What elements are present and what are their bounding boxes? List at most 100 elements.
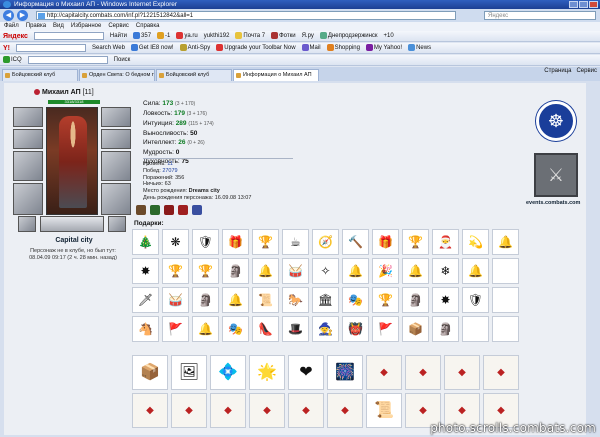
yahoo-search-web-button[interactable]: Search Web (92, 45, 125, 51)
medal-2-icon[interactable] (150, 205, 160, 215)
tools-menu-button[interactable]: Сервис (576, 68, 597, 74)
menu-tools[interactable]: Сервис (108, 22, 129, 31)
toolbar1-item-1[interactable]: 357 (133, 32, 151, 40)
gift-item[interactable]: ❄ (432, 258, 459, 284)
events-banner[interactable]: ⚔ (534, 153, 578, 197)
tab-3[interactable]: Бойцовский клуб (156, 69, 232, 81)
yandex-search-input[interactable] (33, 32, 104, 40)
gift-item[interactable]: 🛡 (462, 287, 489, 313)
toolbar2-item-5[interactable]: Shopping (326, 44, 360, 52)
prize-item[interactable]: 🖼 (171, 355, 207, 390)
tab-active[interactable]: Информация о Михаил АП (233, 69, 319, 81)
toolbar2-item-4[interactable]: Mail (301, 44, 321, 52)
gift-item[interactable]: 🎁 (222, 229, 249, 255)
menu-favorites[interactable]: Избранное (71, 22, 101, 31)
gift-item[interactable]: 🔔 (222, 287, 249, 313)
toolbar2-item-6[interactable]: My Yahoo! (365, 44, 402, 52)
medal-5-icon[interactable] (192, 205, 202, 215)
prize-item[interactable]: 🌟 (249, 355, 285, 390)
gift-item[interactable]: 🔔 (492, 229, 519, 255)
close-button[interactable] (589, 1, 598, 8)
yandex-find-button[interactable]: Найти (110, 33, 127, 39)
ring-slot-2[interactable] (108, 216, 126, 232)
gift-item[interactable] (462, 316, 489, 342)
clan-logo[interactable]: ☸ (536, 101, 576, 141)
gift-item[interactable]: 🎉 (372, 258, 399, 284)
gift-item[interactable]: 🏆 (252, 229, 279, 255)
gift-item[interactable]: 🎭 (342, 287, 369, 313)
boots-slot[interactable] (101, 183, 131, 215)
gift-item[interactable]: 🗡 (132, 287, 159, 313)
gift-item[interactable]: 📦 (402, 316, 429, 342)
gift-item[interactable]: 👠 (252, 316, 279, 342)
gift-item[interactable]: 👹 (342, 316, 369, 342)
search-box[interactable]: Яндекс (484, 11, 596, 20)
bracers-slot[interactable] (13, 129, 43, 149)
toolbar1-item-3[interactable]: ya.ru (176, 32, 198, 40)
toolbar1-item-6[interactable]: Фотки (271, 32, 296, 40)
menu-view[interactable]: Вид (53, 22, 64, 31)
gift-item[interactable]: 🗿 (432, 316, 459, 342)
card-item[interactable] (210, 393, 246, 428)
card-item[interactable] (327, 393, 363, 428)
gift-item[interactable]: ✸ (132, 258, 159, 284)
gift-item[interactable]: 🛡 (192, 229, 219, 255)
gift-item[interactable]: 🔨 (342, 229, 369, 255)
prize-item[interactable]: 🎆 (327, 355, 363, 390)
toolbar1-item-8[interactable]: Днепродзержинск (319, 32, 378, 40)
gift-item[interactable]: 🚩 (372, 316, 399, 342)
gift-item[interactable]: 🔔 (342, 258, 369, 284)
maximize-button[interactable] (579, 1, 588, 8)
gift-item[interactable]: 🏆 (192, 258, 219, 284)
minimize-button[interactable] (569, 1, 578, 8)
page-menu-button[interactable]: Страница (544, 68, 571, 74)
gift-item[interactable]: ❋ (162, 229, 189, 255)
gift-item[interactable]: 🎩 (282, 316, 309, 342)
medal-4-icon[interactable] (178, 205, 188, 215)
card-item[interactable] (444, 355, 480, 390)
belt-slot[interactable] (40, 216, 104, 232)
gift-item[interactable]: ☕ (282, 229, 309, 255)
armor-slot[interactable] (13, 183, 43, 215)
gift-item[interactable]: 🏆 (372, 287, 399, 313)
card-item[interactable] (132, 393, 168, 428)
gift-item[interactable]: 🐴 (132, 316, 159, 342)
gift-item[interactable] (492, 258, 519, 284)
card-item[interactable] (171, 393, 207, 428)
card-item[interactable] (288, 393, 324, 428)
prize-item[interactable]: 💠 (210, 355, 246, 390)
medal-1-icon[interactable] (136, 205, 146, 215)
forward-arrow-icon[interactable]: ▶ (17, 10, 28, 21)
card-item[interactable] (366, 355, 402, 390)
toolbar2-item-2[interactable]: Anti-Spy (179, 44, 210, 52)
gift-item[interactable]: 🏆 (162, 258, 189, 284)
gift-item[interactable]: 🎁 (372, 229, 399, 255)
gift-item[interactable]: 🏛 (312, 287, 339, 313)
ring-slot-1[interactable] (18, 216, 36, 232)
gift-item[interactable]: 🔔 (462, 258, 489, 284)
gift-item[interactable]: 🚩 (162, 316, 189, 342)
yahoo-search-input[interactable] (16, 44, 86, 52)
card-item[interactable] (483, 355, 519, 390)
toolbar1-item-9[interactable]: +10 (384, 33, 394, 39)
prize-item[interactable]: 📦 (132, 355, 168, 390)
gift-item[interactable]: 💫 (462, 229, 489, 255)
menu-edit[interactable]: Правка (26, 22, 46, 31)
icq-search-button[interactable]: Поиск (114, 57, 131, 63)
gift-item[interactable]: 🎭 (222, 316, 249, 342)
gift-item[interactable]: 🗿 (402, 287, 429, 313)
toolbar1-item-5[interactable]: Почта 7 (235, 32, 265, 40)
character-name[interactable]: Михаил АП (42, 89, 81, 96)
helmet-slot[interactable] (13, 107, 43, 127)
gift-item[interactable]: ✸ (432, 287, 459, 313)
toolbar2-item-7[interactable]: News (408, 44, 431, 52)
gift-item[interactable]: ✧ (312, 258, 339, 284)
tab-2[interactable]: Орден Света: О бедном гу... (79, 69, 155, 81)
amulet-slot[interactable] (101, 129, 131, 149)
earring-slot[interactable] (101, 107, 131, 127)
icq-search-input[interactable] (27, 56, 108, 64)
gift-item[interactable]: 🔔 (252, 258, 279, 284)
gift-item[interactable] (492, 287, 519, 313)
gift-item[interactable]: 🏆 (402, 229, 429, 255)
gift-item[interactable]: 🔔 (192, 316, 219, 342)
